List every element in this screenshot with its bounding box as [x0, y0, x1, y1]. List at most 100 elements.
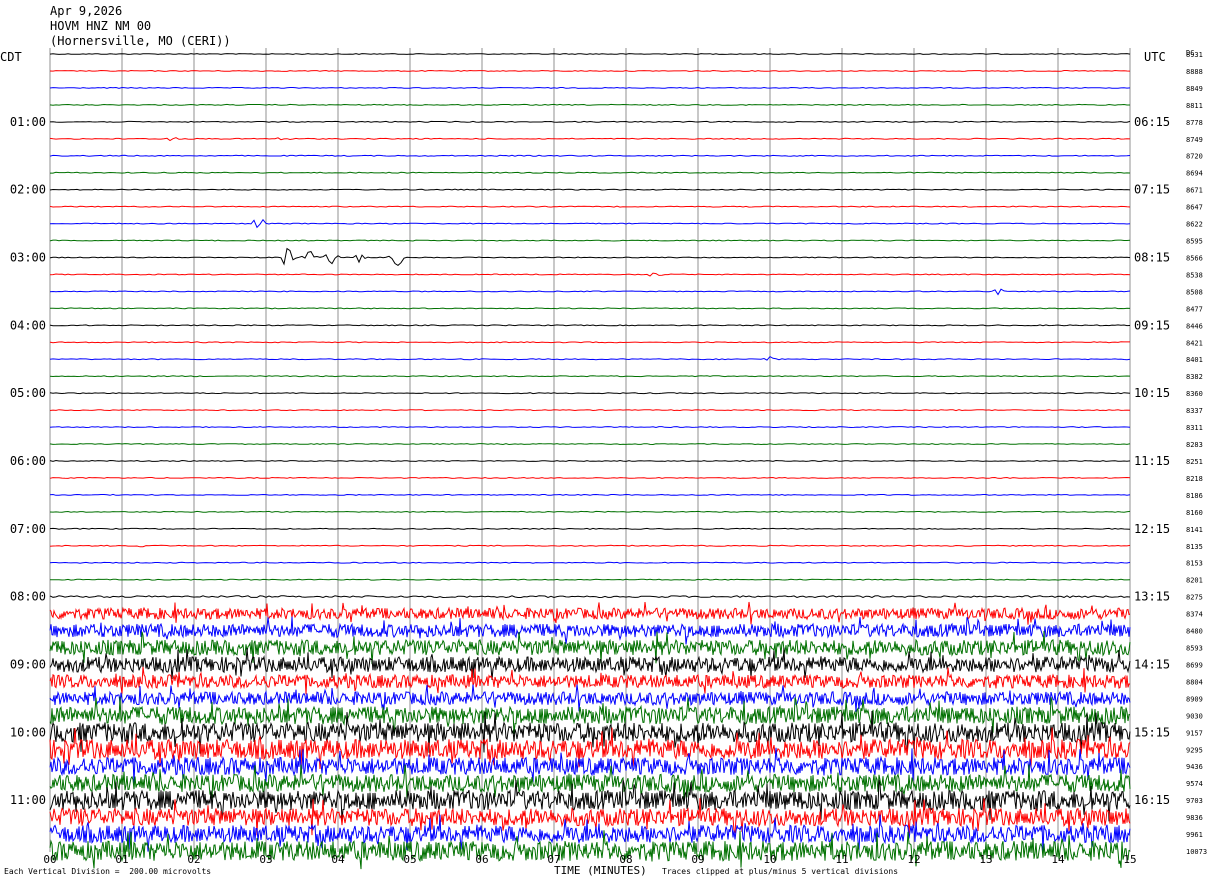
trace-line [50, 307, 1131, 310]
dc-offset-label: 8160 [1186, 509, 1203, 517]
dc-offset-label: 9703 [1186, 797, 1203, 805]
dc-offset-label: 8566 [1186, 254, 1203, 262]
trace-line [49, 476, 1131, 479]
dc-offset-label: 10073 [1186, 848, 1207, 856]
x-tick-label: 00 [43, 853, 56, 866]
dc-offset-label: 8135 [1186, 543, 1203, 551]
cdt-hour-label: 02:00 [10, 183, 46, 197]
trace-line [49, 666, 1131, 695]
trace-line [49, 288, 1131, 296]
trace-line [50, 578, 1131, 581]
utc-hour-label: 14:15 [1134, 657, 1170, 671]
x-tick-label: 02 [187, 853, 200, 866]
cdt-hour-label: 03:00 [10, 250, 46, 264]
dc-offset-label: 9030 [1186, 712, 1203, 720]
cdt-hour-label: 01:00 [10, 115, 46, 129]
trace-line [49, 375, 1131, 378]
trace-line [49, 409, 1131, 412]
x-tick-label: 05 [403, 853, 416, 866]
dc-offset-label: 9836 [1186, 814, 1203, 822]
x-tick-label: 15 [1123, 853, 1136, 866]
dc-offset-label: 8694 [1186, 170, 1203, 178]
utc-hour-label: 13:15 [1134, 590, 1170, 604]
trace-line [49, 493, 1131, 496]
dc-offset-label: 8477 [1186, 305, 1203, 313]
dc-offset-label: 8382 [1186, 373, 1203, 381]
dc-offset-label: 8909 [1186, 695, 1203, 703]
dc-offset-label: 8888 [1186, 68, 1203, 76]
trace-line [49, 459, 1131, 462]
x-axis-title: TIME (MINUTES) [554, 864, 647, 877]
trace-line [49, 239, 1131, 242]
trace-line [49, 355, 1131, 361]
x-tick-label: 09 [691, 853, 704, 866]
trace-line [49, 272, 1131, 277]
cdt-hour-label: 09:00 [10, 657, 46, 671]
dc-offset-label: 8720 [1186, 153, 1203, 161]
dc-offset-label: 8446 [1186, 322, 1203, 330]
dc-offset-label: 8218 [1186, 475, 1203, 483]
utc-hour-label: 15:15 [1134, 725, 1170, 739]
trace-line [49, 86, 1131, 89]
dc-offset-label: 9574 [1186, 780, 1203, 788]
utc-hour-label: 07:15 [1134, 183, 1170, 197]
utc-hour-label: 09:15 [1134, 318, 1170, 332]
dc-offset-label: 8931 [1186, 51, 1203, 59]
dc-offset-label: 8186 [1186, 492, 1203, 500]
trace-line [49, 747, 1131, 784]
x-tick-label: 12 [907, 853, 920, 866]
scale-note: Each Vertical Division = 200.00 microvol… [4, 867, 212, 876]
trace-line [49, 154, 1131, 157]
dc-offset-label: 8595 [1186, 238, 1203, 246]
trace-line [49, 426, 1131, 429]
cdt-hour-label: 05:00 [10, 386, 46, 400]
trace-line [49, 392, 1131, 395]
dc-offset-label: 8671 [1186, 187, 1203, 195]
utc-hour-label: 10:15 [1134, 386, 1170, 400]
dc-offset-label: 8374 [1186, 611, 1203, 619]
x-tick-label: 11 [835, 853, 848, 866]
dc-offset-label: 8849 [1186, 85, 1203, 93]
x-tick-label: 03 [259, 853, 272, 866]
trace-line [49, 137, 1131, 142]
dc-offset-label: 9157 [1186, 729, 1203, 737]
trace-line [49, 218, 1131, 229]
utc-hour-label: 16:15 [1134, 793, 1170, 807]
dc-offset-label: 8251 [1186, 458, 1203, 466]
trace-line [49, 595, 1131, 599]
dc-offset-label: 8508 [1186, 288, 1203, 296]
cdt-hour-label: 07:00 [10, 522, 46, 536]
clip-note: Traces clipped at plus/minus 5 vertical … [662, 867, 899, 876]
cdt-hour-label: 10:00 [10, 725, 46, 739]
trace-line [49, 188, 1131, 191]
trace-line [49, 510, 1131, 513]
cdt-hour-label: 06:00 [10, 454, 46, 468]
trace-line [49, 544, 1131, 548]
trace-line [49, 443, 1131, 446]
x-tick-label: 06 [475, 853, 488, 866]
trace-line [49, 247, 1131, 267]
trace-line [49, 561, 1131, 564]
dc-offset-label: 8622 [1186, 221, 1203, 229]
dc-offset-label: 8201 [1186, 577, 1203, 585]
x-tick-label: 04 [331, 853, 345, 866]
dc-offset-label: 8593 [1186, 645, 1203, 653]
dc-offset-label: 8421 [1186, 339, 1203, 347]
dc-offset-label: 9436 [1186, 763, 1203, 771]
x-tick-label: 14 [1051, 853, 1065, 866]
dc-offset-label: 8311 [1186, 424, 1203, 432]
dc-offset-label: 8778 [1186, 119, 1203, 127]
dc-offset-label: 8749 [1186, 136, 1203, 144]
trace-line [49, 103, 1130, 106]
utc-hour-label: 08:15 [1134, 250, 1170, 264]
trace-line [49, 120, 1131, 123]
cdt-hour-label: 11:00 [10, 793, 46, 807]
x-tick-label: 13 [979, 853, 992, 866]
dc-offset-label: 8153 [1186, 560, 1203, 568]
dc-offset-label: 8275 [1186, 594, 1203, 602]
utc-hour-label: 11:15 [1134, 454, 1170, 468]
helicorder-plot: 01:00 02:00 03:00 04:00 05:00 06:00 07:00 08:00… [10, 48, 1207, 870]
dc-offset-label: 8337 [1186, 407, 1203, 415]
dc-offset-label: 8360 [1186, 390, 1203, 398]
dc-offset-label: 8699 [1186, 661, 1203, 669]
